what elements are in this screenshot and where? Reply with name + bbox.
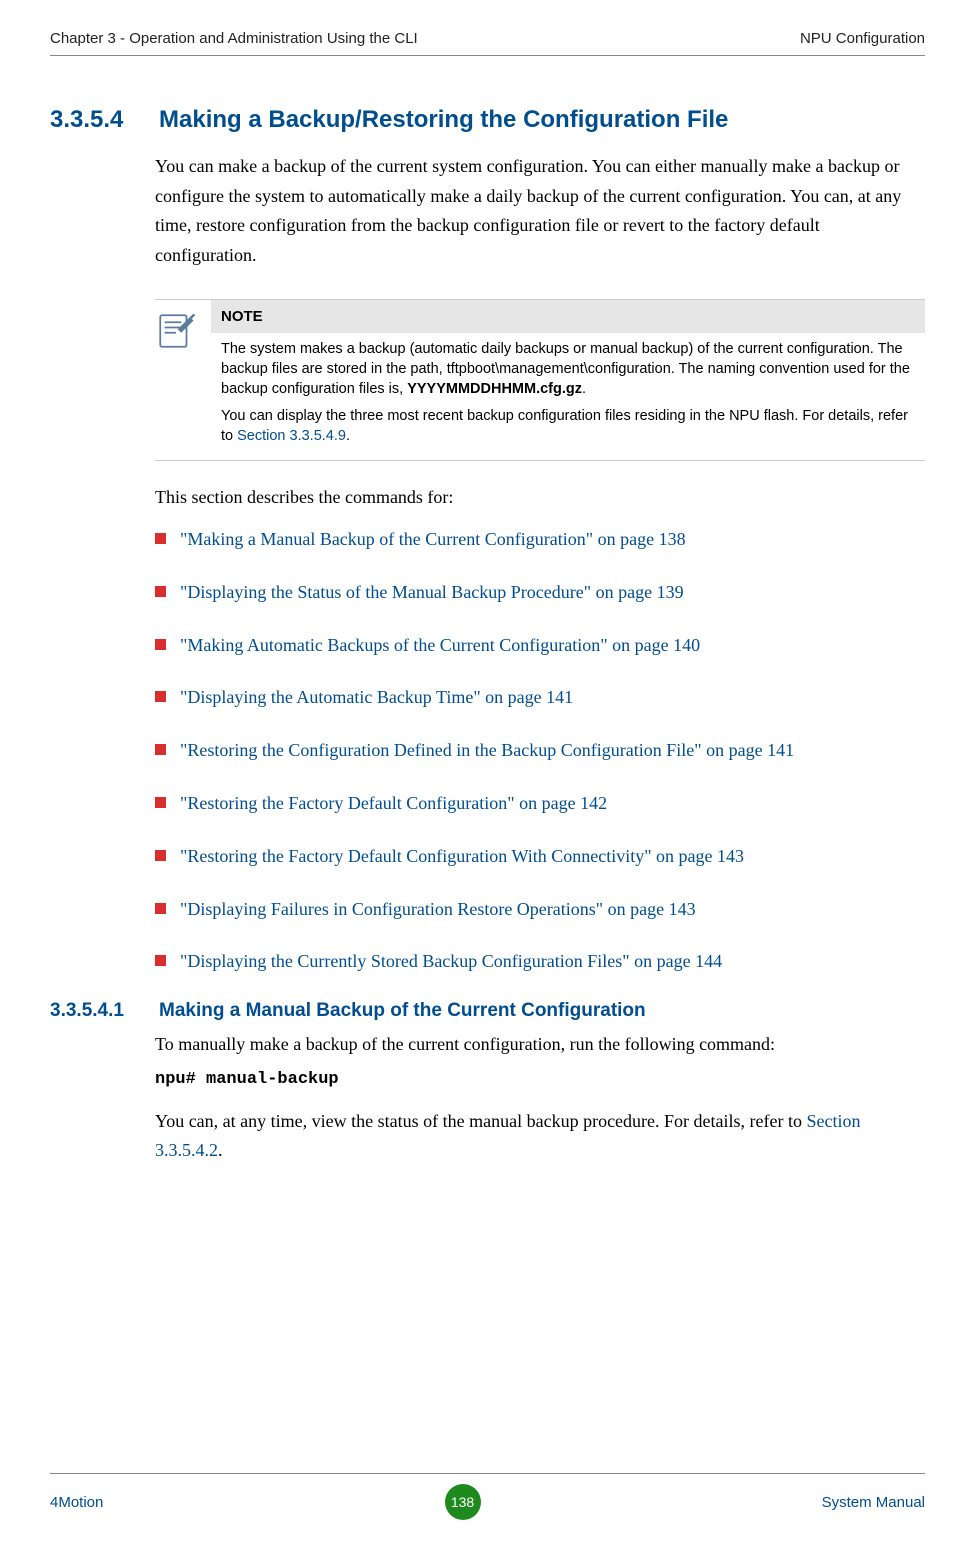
footer-right: System Manual [822, 1494, 925, 1511]
note-text: The system makes a backup (automatic dai… [211, 339, 925, 460]
bullet-icon [155, 850, 166, 861]
bullet-icon [155, 797, 166, 808]
list-item: "Displaying Failures in Configuration Re… [155, 895, 925, 924]
section-intro: You can make a backup of the current sys… [155, 152, 925, 271]
section-number: 3.3.5.4 [50, 106, 155, 134]
list-item: "Making Automatic Backups of the Current… [155, 631, 925, 660]
list-item: "Displaying the Currently Stored Backup … [155, 947, 925, 976]
note-filename: YYYYMMDDHHMM.cfg.gz [407, 381, 582, 397]
bullet-icon [155, 955, 166, 966]
list-item: "Displaying the Status of the Manual Bac… [155, 578, 925, 607]
note-box: NOTE The system makes a backup (automati… [155, 299, 925, 461]
section-heading: 3.3.5.4 Making a Backup/Restoring the Co… [50, 106, 925, 134]
list-item: "Making a Manual Backup of the Current C… [155, 525, 925, 554]
note-p2-b: . [346, 428, 350, 444]
header-left: Chapter 3 - Operation and Administration… [50, 30, 418, 47]
list-link[interactable]: "Making Automatic Backups of the Current… [180, 631, 700, 660]
note-icon [155, 300, 203, 460]
list-link[interactable]: "Displaying the Automatic Backup Time" o… [180, 683, 573, 712]
list-intro: This section describes the commands for: [155, 483, 925, 513]
note-link[interactable]: Section 3.3.5.4.9 [237, 428, 346, 444]
list-link[interactable]: "Restoring the Factory Default Configura… [180, 842, 744, 871]
list-link[interactable]: "Restoring the Factory Default Configura… [180, 789, 607, 818]
link-list: "Making a Manual Backup of the Current C… [155, 525, 925, 976]
subsection-tail: You can, at any time, view the status of… [155, 1107, 925, 1166]
list-link[interactable]: "Displaying the Status of the Manual Bac… [180, 578, 684, 607]
subsection-title: Making a Manual Backup of the Current Co… [159, 1000, 646, 1022]
section-title: Making a Backup/Restoring the Configurat… [159, 106, 728, 134]
footer-left: 4Motion [50, 1494, 103, 1511]
header-right: NPU Configuration [800, 30, 925, 47]
page-footer: 4Motion 138 System Manual [50, 1473, 925, 1520]
list-link[interactable]: "Displaying Failures in Configuration Re… [180, 895, 696, 924]
bullet-icon [155, 586, 166, 597]
note-label: NOTE [211, 300, 925, 333]
subsection-number: 3.3.5.4.1 [50, 1000, 155, 1022]
page-header: Chapter 3 - Operation and Administration… [50, 30, 925, 56]
bullet-icon [155, 744, 166, 755]
tail-a: You can, at any time, view the status of… [155, 1111, 806, 1131]
list-link[interactable]: "Restoring the Configuration Defined in … [180, 736, 794, 765]
bullet-icon [155, 639, 166, 650]
list-item: "Displaying the Automatic Backup Time" o… [155, 683, 925, 712]
list-link[interactable]: "Making a Manual Backup of the Current C… [180, 525, 686, 554]
list-item: "Restoring the Factory Default Configura… [155, 842, 925, 871]
note-p1-b: . [582, 381, 586, 397]
subsection-heading: 3.3.5.4.1 Making a Manual Backup of the … [50, 1000, 925, 1022]
bullet-icon [155, 691, 166, 702]
command-line: npu# manual-backup [155, 1070, 925, 1089]
bullet-icon [155, 903, 166, 914]
bullet-icon [155, 533, 166, 544]
list-item: "Restoring the Factory Default Configura… [155, 789, 925, 818]
subsection-body: To manually make a backup of the current… [155, 1030, 925, 1060]
list-link[interactable]: "Displaying the Currently Stored Backup … [180, 947, 722, 976]
list-item: "Restoring the Configuration Defined in … [155, 736, 925, 765]
page-number-badge: 138 [445, 1484, 481, 1520]
tail-b: . [218, 1140, 223, 1160]
